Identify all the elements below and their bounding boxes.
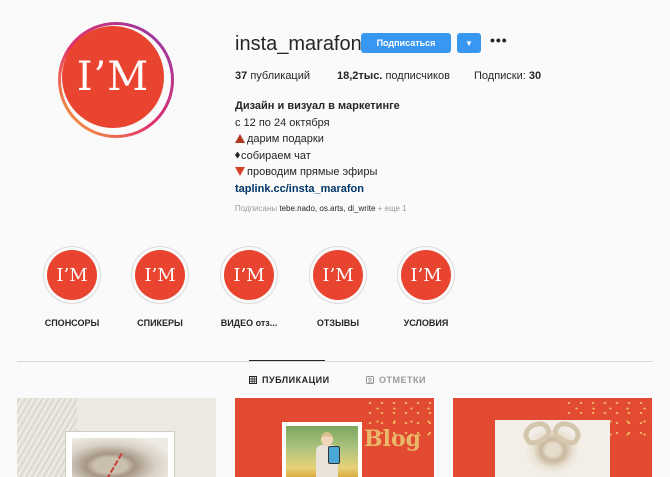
post-thumbnail[interactable] (17, 398, 216, 477)
bow-photo (495, 417, 610, 477)
tab-posts[interactable]: ПУБЛИКАЦИИ (249, 375, 330, 385)
bio-link[interactable]: taplink.cc/insta_marafon (235, 183, 364, 195)
highlight-cover: I’M (135, 250, 185, 300)
followers-count[interactable]: 18,2тыс. подписчиков (337, 70, 450, 82)
avatar-logo: I’M (62, 26, 164, 128)
blog-title: Blog (364, 426, 422, 452)
diamond-icon (235, 151, 240, 159)
post-thumbnail[interactable] (453, 398, 652, 477)
highlight-label: УСЛОВИЯ (403, 318, 449, 328)
profile-username: insta_marafon (235, 33, 362, 55)
chevron-down-icon: ▼ (465, 38, 473, 48)
profile-avatar[interactable]: I’M (58, 22, 174, 138)
highlight-cover: I’M (224, 250, 274, 300)
highlight-cover: I’M (313, 250, 363, 300)
following-count[interactable]: Подписки: 30 (474, 70, 541, 82)
highlight-cover: I’M (401, 250, 451, 300)
highlight-cover: I’M (47, 250, 97, 300)
gift-photo (65, 431, 175, 477)
active-tab-indicator (249, 360, 325, 361)
bio-line: дарим подарки (235, 131, 400, 148)
posts-count: 37 публикаций (235, 70, 311, 82)
highlight-label: СПОНСОРЫ (44, 318, 100, 328)
highlight-label: ОТЗЫВЫ (316, 318, 360, 328)
suggested-dropdown-button[interactable]: ▼ (457, 33, 481, 53)
highlight-label: СПИКЕРЫ (137, 318, 183, 328)
tab-tagged[interactable]: ОТМЕТКИ (366, 375, 426, 385)
grid-icon (249, 376, 257, 384)
red-triangle-up-icon (235, 134, 245, 143)
profile-bio: Дизайн и визуал в маркетинге с 12 по 24 … (235, 98, 400, 197)
highlight-label: ВИДЕО отз... (220, 318, 278, 328)
phone-icon (328, 446, 340, 464)
tabs-divider (17, 361, 653, 362)
more-options-icon[interactable]: ••• (490, 32, 508, 48)
tag-icon (366, 376, 374, 384)
bio-line: собираем чат (235, 148, 400, 165)
highlight-sponsors[interactable]: I’M СПОНСОРЫ (37, 246, 107, 328)
followed-by[interactable]: Подписаны tebe.nado, os.arts, di_write +… (235, 204, 407, 213)
highlight-conditions[interactable]: I’M УСЛОВИЯ (391, 246, 461, 328)
red-triangle-down-icon (235, 167, 245, 176)
highlight-reviews[interactable]: I’M ОТЗЫВЫ (303, 246, 373, 328)
person-photo (282, 422, 362, 477)
post-thumbnail[interactable]: Blog (235, 398, 434, 477)
bio-line: с 12 по 24 октября (235, 116, 330, 129)
bio-line: проводим прямые эфиры (235, 164, 400, 181)
follow-button[interactable]: Подписаться (361, 33, 451, 53)
highlight-speakers[interactable]: I’M СПИКЕРЫ (125, 246, 195, 328)
highlight-video-reviews[interactable]: I’M ВИДЕО отз... (214, 246, 284, 328)
bio-title: Дизайн и визуал в маркетинге (235, 100, 400, 112)
